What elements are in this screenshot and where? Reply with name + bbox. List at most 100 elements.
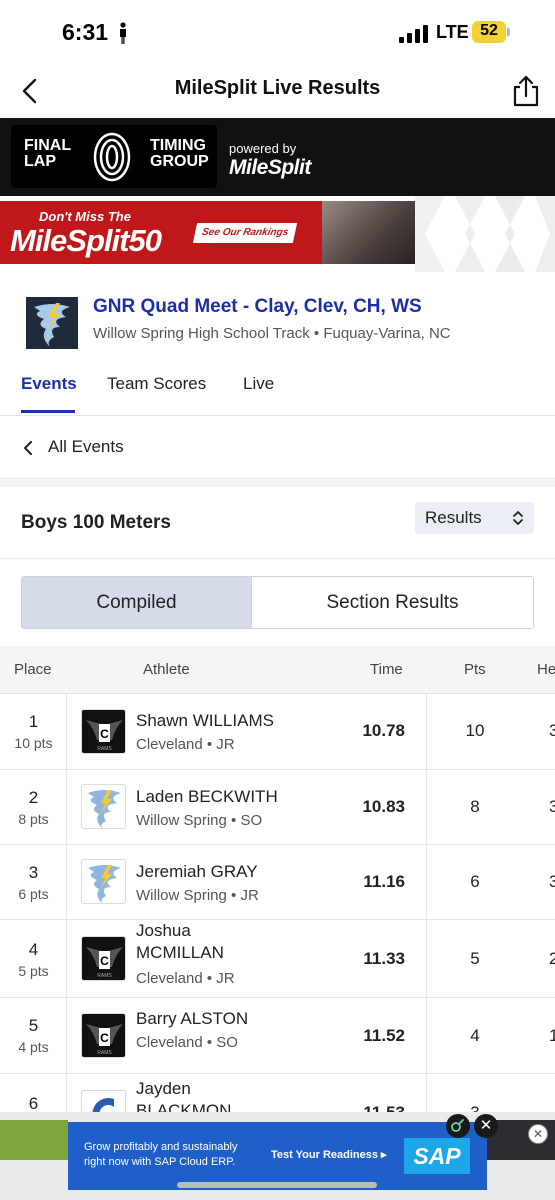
athlete-name[interactable]: Laden BECKWITH bbox=[136, 786, 278, 808]
svg-text:RAMS: RAMS bbox=[97, 746, 112, 752]
row-place: 6 bbox=[28, 1094, 39, 1113]
page-title: MileSplit Live Results bbox=[174, 77, 381, 99]
row-place: 1 bbox=[28, 712, 39, 731]
table-row[interactable]: 4 5 pts C RAMS Joshua MCMILLAN Cleveland … bbox=[0, 920, 555, 998]
row-heat: 3 bbox=[549, 721, 555, 740]
table-row[interactable]: 2 8 pts Laden BECKWITH Willow Spring • S… bbox=[0, 770, 555, 845]
col-place: Place bbox=[14, 661, 52, 678]
athlete-name-first[interactable]: Jayden bbox=[136, 1078, 191, 1100]
sponsor-banner[interactable]: FINAL LAP TIMING GROUP powered by MileSp… bbox=[0, 118, 555, 196]
row-time: 11.33 bbox=[363, 949, 405, 968]
share-icon[interactable] bbox=[510, 74, 542, 108]
status-time: 6:31 bbox=[62, 19, 109, 45]
sap-ad[interactable]: Grow profitably and sustainably right no… bbox=[68, 1122, 487, 1190]
table-row[interactable]: 5 4 pts C RAMS Barry ALSTON Cleveland • S… bbox=[0, 998, 555, 1074]
results-segmented-control: Compiled Section Results bbox=[21, 576, 534, 629]
svg-text:C: C bbox=[100, 727, 109, 741]
row-pts: 6 bbox=[470, 872, 480, 891]
row-time: 10.78 bbox=[362, 721, 405, 740]
meet-name[interactable]: GNR Quad Meet - Clay, Clev, CH, WS bbox=[93, 296, 422, 318]
row-place: 3 bbox=[28, 863, 39, 882]
athlete-team: Cleveland • JR bbox=[136, 970, 235, 987]
tab-team-scores[interactable]: Team Scores bbox=[107, 374, 206, 394]
row-time: 10.83 bbox=[362, 797, 405, 816]
athlete-name-first[interactable]: Joshua bbox=[136, 920, 191, 942]
event-header: Boys 100 Meters Results bbox=[0, 487, 555, 559]
cellular-signal-icon bbox=[399, 25, 428, 43]
athlete-team: Willow Spring • SO bbox=[136, 812, 263, 829]
row-heat: 1 bbox=[549, 1026, 555, 1045]
final-lap-text: FINAL LAP bbox=[24, 137, 72, 170]
ad-dismiss-icon[interactable]: ✕ bbox=[528, 1124, 548, 1144]
tab-events[interactable]: Events bbox=[21, 374, 77, 394]
section-divider bbox=[0, 479, 555, 487]
promo-strip: Don't Miss The MileSplit50 See Our Ranki… bbox=[0, 196, 555, 272]
track-oval-icon bbox=[93, 132, 131, 182]
athlete-name[interactable]: Jeremiah GRAY bbox=[136, 861, 258, 883]
results-select-value: Results bbox=[425, 508, 482, 527]
row-time: 11.52 bbox=[363, 1026, 405, 1045]
athlete-name[interactable]: Barry ALSTON bbox=[136, 1008, 248, 1030]
segment-compiled[interactable]: Compiled bbox=[22, 577, 252, 628]
table-row[interactable]: 3 6 pts Jeremiah GRAY Willow Spring • JR… bbox=[0, 845, 555, 920]
athlete-team: Willow Spring • JR bbox=[136, 887, 259, 904]
chevron-left-icon bbox=[24, 441, 32, 455]
athlete-team: Cleveland • SO bbox=[136, 1034, 238, 1051]
ad-runner-photo bbox=[322, 201, 415, 264]
meet-header: GNR Quad Meet - Clay, Clev, CH, WS Willo… bbox=[0, 290, 555, 360]
row-place: 5 bbox=[28, 1016, 39, 1035]
willow-spring-team-logo bbox=[81, 784, 126, 829]
row-heat: 3 bbox=[549, 872, 555, 891]
athlete-name-last[interactable]: MCMILLAN bbox=[136, 942, 224, 964]
battery-icon: 52 bbox=[472, 21, 510, 43]
decorative-stripes bbox=[415, 196, 555, 272]
ad-info-icon[interactable] bbox=[446, 1114, 470, 1138]
tab-bar: Events Team Scores Live bbox=[0, 364, 555, 416]
milesplit50-ad[interactable]: Don't Miss The MileSplit50 See Our Ranki… bbox=[0, 201, 415, 264]
segment-section-results[interactable]: Section Results bbox=[252, 577, 533, 628]
network-type: LTE bbox=[436, 22, 469, 42]
nav-bar: MileSplit Live Results bbox=[0, 66, 555, 116]
results-table-header: Place Athlete Time Pts He bbox=[0, 646, 555, 694]
row-place-pts: 6 pts bbox=[18, 886, 49, 902]
person-icon bbox=[120, 22, 126, 44]
event-name: Boys 100 Meters bbox=[21, 512, 171, 533]
all-events-link[interactable]: All Events bbox=[0, 417, 555, 479]
timing-group-text: TIMING GROUP bbox=[150, 137, 209, 170]
sap-ad-text: Grow profitably and sustainably right no… bbox=[84, 1141, 238, 1168]
home-indicator bbox=[177, 1182, 377, 1188]
athlete-name[interactable]: Shawn WILLIAMS bbox=[136, 710, 274, 732]
up-down-chevron-icon bbox=[513, 511, 523, 525]
ad-bg-left bbox=[0, 1120, 68, 1160]
row-place-pts: 4 pts bbox=[18, 1039, 49, 1055]
col-time: Time bbox=[370, 661, 403, 678]
results-select[interactable]: Results bbox=[415, 502, 534, 534]
willow-spring-team-logo bbox=[81, 859, 126, 904]
svg-text:RAMS: RAMS bbox=[97, 1050, 112, 1056]
row-place: 2 bbox=[28, 788, 39, 807]
svg-text:RAMS: RAMS bbox=[97, 973, 112, 979]
test-readiness-link[interactable]: Test Your Readiness ▸ bbox=[271, 1148, 387, 1161]
row-time: 11.16 bbox=[363, 872, 405, 891]
ad-brand: MileSplit50 bbox=[10, 223, 162, 258]
row-pts: 5 bbox=[470, 949, 480, 968]
row-heat: 3 bbox=[549, 797, 555, 816]
col-pts: Pts bbox=[464, 661, 486, 678]
tab-live[interactable]: Live bbox=[243, 374, 274, 394]
col-heat: He bbox=[537, 661, 555, 678]
meet-location: Willow Spring High School Track • Fuquay… bbox=[93, 325, 451, 342]
cleveland-rams-logo: C RAMS bbox=[81, 1013, 126, 1058]
see-rankings-button[interactable]: See Our Rankings bbox=[192, 223, 298, 243]
cleveland-rams-logo: C RAMS bbox=[81, 936, 126, 981]
svg-text:C: C bbox=[100, 954, 109, 968]
final-lap-logo: FINAL LAP TIMING GROUP bbox=[11, 125, 217, 188]
milesplit-logo: MileSplit bbox=[229, 156, 311, 179]
athlete-team: Cleveland • JR bbox=[136, 736, 235, 753]
active-tab-indicator bbox=[21, 410, 75, 413]
all-events-label: All Events bbox=[48, 437, 124, 456]
bottom-ad-banner[interactable]: Grow profitably and sustainably right no… bbox=[0, 1112, 555, 1200]
sap-logo: SAP bbox=[404, 1138, 470, 1174]
ad-close-icon[interactable]: ✕ bbox=[474, 1114, 498, 1138]
battery-level: 52 bbox=[480, 22, 498, 39]
table-row[interactable]: 1 10 pts C RAMS Shawn WILLIAMS Cleveland … bbox=[0, 694, 555, 770]
